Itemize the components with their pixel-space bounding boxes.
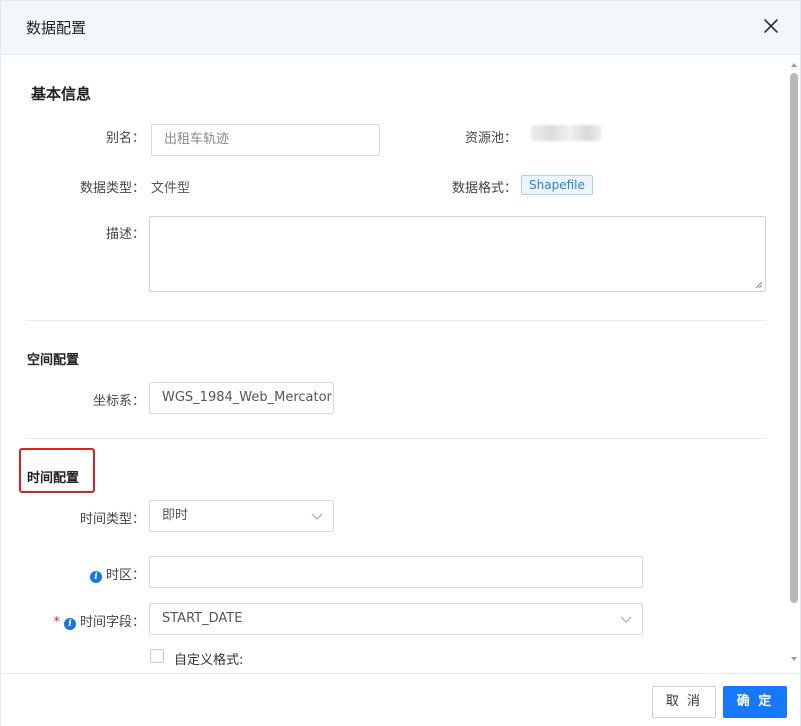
scroll-up-icon[interactable] [791, 63, 797, 67]
cancel-button[interactable]: 取 消 [652, 686, 716, 718]
timezone-label-group: i 时区： [41, 564, 145, 583]
alias-label: 别名： [105, 131, 145, 146]
description-textarea[interactable] [149, 216, 766, 292]
resource-pool-value-redacted [531, 125, 601, 141]
time-type-select[interactable]: 即时 [149, 500, 334, 532]
chevron-down-icon [620, 616, 632, 623]
section-title-spatial: 空间配置 [27, 353, 80, 368]
data-type-value: 文件型 [151, 181, 191, 196]
resource-pool-label: 资源池： [464, 131, 517, 146]
crs-input[interactable]: WGS_1984_Web_Mercator [149, 382, 334, 414]
data-format-label: 数据格式： [451, 181, 517, 196]
time-type-value: 即时 [162, 508, 189, 523]
crs-label: 坐标系： [92, 394, 145, 409]
custom-format-label: 自定义格式: [174, 653, 244, 668]
divider-spatial [26, 438, 766, 439]
crs-value: WGS_1984_Web_Mercator [162, 390, 332, 405]
alias-input[interactable]: 出租车轨迹 [151, 124, 380, 156]
scrollbar[interactable] [790, 63, 798, 661]
time-field-value: START_DATE [162, 611, 243, 626]
section-title-basic: 基本信息 [31, 85, 92, 103]
close-icon[interactable] [762, 17, 780, 35]
time-field-label: 时间字段： [79, 615, 145, 630]
info-icon[interactable]: i [63, 618, 76, 630]
custom-format-checkbox[interactable] [150, 649, 164, 663]
scroll-down-icon[interactable] [791, 657, 797, 661]
annotation-highlight-box [19, 448, 95, 493]
divider-basic [26, 320, 766, 321]
data-type-label: 数据类型： [79, 181, 145, 196]
description-label: 描述： [105, 227, 145, 242]
alias-placeholder: 出租车轨迹 [164, 132, 230, 147]
data-format-tag: Shapefile [521, 175, 593, 195]
dialog-title: 数据配置 [26, 19, 87, 37]
resize-grip-icon[interactable] [755, 281, 763, 289]
dialog-footer: 取 消 确 定 [1, 673, 800, 726]
time-field-select[interactable]: START_DATE [149, 603, 643, 635]
timezone-label: 时区： [105, 568, 145, 583]
info-icon[interactable]: i [89, 571, 102, 583]
time-type-label: 时间类型： [79, 512, 145, 527]
scrollbar-thumb[interactable] [790, 73, 798, 603]
required-star-icon: * [53, 615, 60, 630]
timezone-input[interactable] [149, 556, 643, 588]
dialog-body: 基本信息 别名： 出租车轨迹 资源池： 数据类型： 文件型 数据格式： Shap… [1, 55, 791, 673]
data-config-dialog: 数据配置 基本信息 别名： 出租车轨迹 资源池： 数据类型： 文件型 数据格式：… [0, 0, 801, 726]
dialog-header: 数据配置 [1, 1, 800, 55]
chevron-down-icon [311, 513, 323, 520]
ok-button[interactable]: 确 定 [723, 686, 787, 718]
time-field-label-group: * i 时间字段： [31, 611, 145, 630]
